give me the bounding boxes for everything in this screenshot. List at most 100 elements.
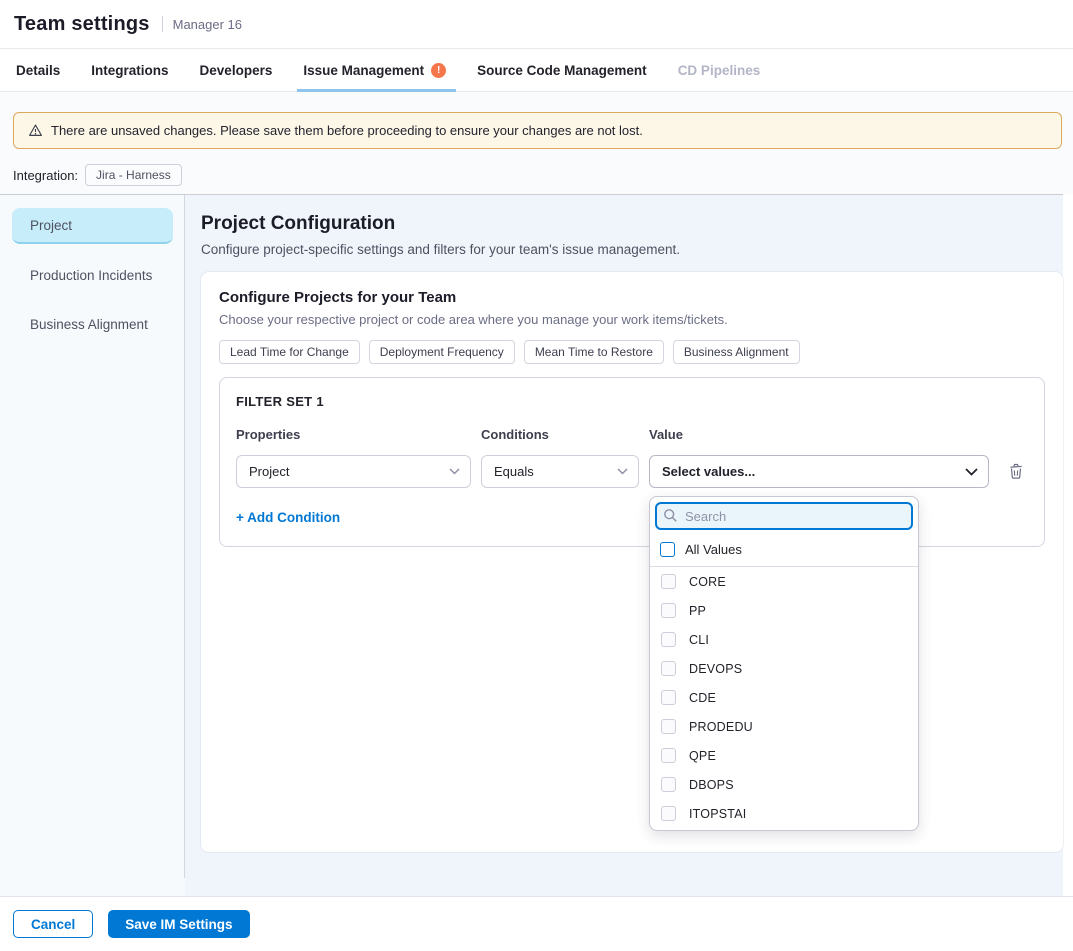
option-pipe[interactable]: PIPE [650,828,918,831]
tab-bar: Details Integrations Developers Issue Ma… [0,49,1073,92]
condition-select[interactable]: Equals [481,455,639,488]
chevron-down-icon [617,468,628,475]
sidebar-item-project[interactable]: Project [12,208,173,244]
option-checkbox[interactable] [661,690,676,705]
condition-select-value: Equals [494,464,534,479]
properties-column-header: Properties [236,427,471,442]
trash-icon [1008,463,1024,480]
option-checkbox[interactable] [661,719,676,734]
option-cli[interactable]: CLI [650,625,918,654]
title-divider [162,16,163,32]
tab-details-label: Details [16,63,60,78]
option-checkbox[interactable] [661,632,676,647]
chip-deployment-frequency[interactable]: Deployment Frequency [369,340,515,364]
option-label: ITOPSTAI [689,807,746,821]
add-condition-button[interactable]: + Add Condition [236,510,340,525]
option-devops[interactable]: DEVOPS [650,654,918,683]
chevron-down-icon [965,468,978,476]
warning-icon [28,123,43,138]
option-checkbox[interactable] [661,661,676,676]
unsaved-changes-text: There are unsaved changes. Please save t… [51,123,643,138]
value-select-placeholder: Select values... [662,464,755,479]
section-title: Project Configuration [201,213,1063,235]
option-label: QPE [689,749,716,763]
all-values-label: All Values [685,542,742,557]
dropdown-search [655,502,913,530]
property-select-value: Project [249,464,289,479]
tab-cd-pipelines-label: CD Pipelines [678,63,761,78]
team-settings-page: Team settings Manager 16 Details Integra… [0,0,1073,951]
options-list: CORE PP CLI DEVOPS CDE PRODEDU QPE DBOPS… [650,567,918,831]
card-subtitle: Choose your respective project or code a… [219,312,1045,327]
option-prodedu[interactable]: PRODEDU [650,712,918,741]
option-core[interactable]: CORE [650,567,918,596]
settings-sidebar: Project Production Incidents Business Al… [0,195,185,899]
page-footer: Cancel Save IM Settings [0,896,1073,951]
chip-business-alignment[interactable]: Business Alignment [673,340,800,364]
main-panel: Project Configuration Configure project-… [185,195,1063,899]
filter-column-headers: Properties Conditions Value [236,427,1028,442]
content-area: There are unsaved changes. Please save t… [0,92,1073,195]
option-label: PRODEDU [689,720,753,734]
option-checkbox[interactable] [661,806,676,821]
unsaved-changes-banner: There are unsaved changes. Please save t… [13,112,1062,149]
tab-developers-label: Developers [200,63,273,78]
tab-developers[interactable]: Developers [200,49,273,92]
tab-integrations[interactable]: Integrations [91,49,168,92]
option-checkbox[interactable] [661,603,676,618]
tab-source-code-management[interactable]: Source Code Management [477,49,647,92]
option-label: CDE [689,691,716,705]
value-column-header: Value [649,427,989,442]
filter-set-1: FILTER SET 1 Properties Conditions Value… [219,377,1045,547]
chip-lead-time-for-change[interactable]: Lead Time for Change [219,340,360,364]
save-im-settings-button[interactable]: Save IM Settings [108,910,249,938]
all-values-checkbox[interactable] [660,542,675,557]
section-subtitle: Configure project-specific settings and … [201,242,1063,257]
page-title: Team settings [14,13,150,36]
tab-details[interactable]: Details [16,49,60,92]
configure-projects-card: Configure Projects for your Team Choose … [201,272,1063,852]
sidebar-item-production-incidents[interactable]: Production Incidents [12,257,173,293]
option-pp[interactable]: PP [650,596,918,625]
chip-mean-time-to-restore[interactable]: Mean Time to Restore [524,340,664,364]
option-label: CLI [689,633,709,647]
option-label: DEVOPS [689,662,742,676]
option-checkbox[interactable] [661,748,676,763]
option-dbops[interactable]: DBOPS [650,770,918,799]
search-icon [663,508,678,523]
option-label: CORE [689,575,726,589]
metric-chips-row: Lead Time for Change Deployment Frequenc… [219,340,1045,364]
cancel-button[interactable]: Cancel [13,910,93,938]
all-values-option[interactable]: All Values [650,535,918,567]
tab-cd-pipelines: CD Pipelines [678,49,761,92]
unsaved-changes-badge-icon: ! [431,63,446,78]
tab-issue-management-label: Issue Management [303,63,424,78]
option-qpe[interactable]: QPE [650,741,918,770]
option-checkbox[interactable] [661,574,676,589]
team-name-label: Manager 16 [173,17,242,32]
property-select[interactable]: Project [236,455,471,488]
option-checkbox[interactable] [661,777,676,792]
integration-label: Integration: [13,168,78,183]
value-multiselect[interactable]: Select values... [649,455,989,488]
page-header: Team settings Manager 16 [0,0,1073,49]
sidebar-item-business-alignment[interactable]: Business Alignment [12,306,173,342]
filter-set-title: FILTER SET 1 [236,394,1028,409]
integration-chip[interactable]: Jira - Harness [85,164,182,186]
option-label: DBOPS [689,778,734,792]
tab-issue-management[interactable]: Issue Management ! [303,49,446,92]
delete-condition-button[interactable] [999,455,1033,488]
tab-scm-label: Source Code Management [477,63,647,78]
tab-integrations-label: Integrations [91,63,168,78]
value-dropdown-panel: All Values CORE PP CLI DEVOPS CDE PRODED… [649,496,919,831]
filter-condition-row: Project Equals [236,455,1028,488]
chevron-down-icon [449,468,460,475]
option-label: PP [689,604,706,618]
option-cde[interactable]: CDE [650,683,918,712]
option-itopstai[interactable]: ITOPSTAI [650,799,918,828]
integration-row: Integration: Jira - Harness [13,164,1073,186]
search-input[interactable] [655,502,913,530]
conditions-column-header: Conditions [481,427,639,442]
settings-body: Project Production Incidents Business Al… [0,195,1063,899]
card-title: Configure Projects for your Team [219,289,1045,306]
